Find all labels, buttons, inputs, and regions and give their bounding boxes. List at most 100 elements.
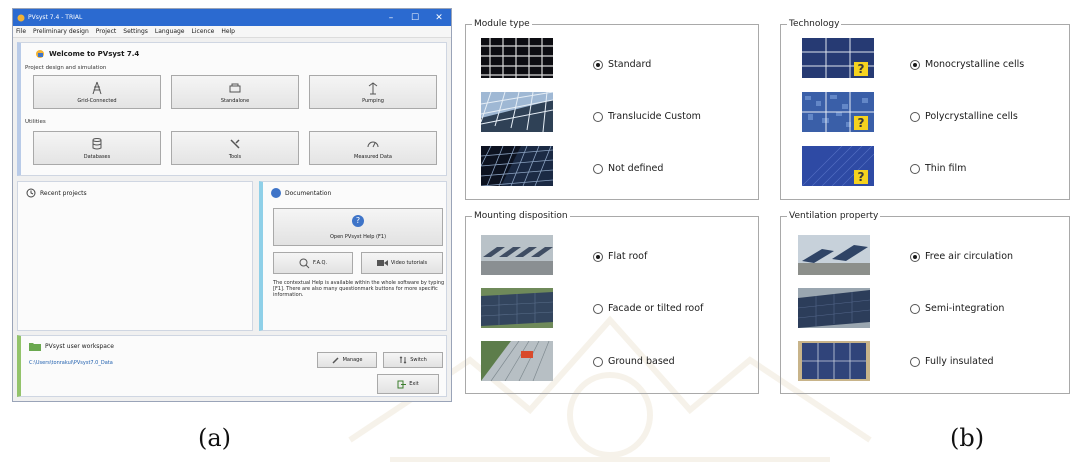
polycrystalline-image: ? <box>802 92 874 132</box>
mounting-title: Mounting disposition <box>472 211 570 221</box>
module-standard-option[interactable]: Standard <box>593 59 651 70</box>
mounting-ground-option[interactable]: Ground based <box>593 356 675 367</box>
radio-polycrystalline[interactable] <box>910 111 920 122</box>
faq-label: F.A.Q. <box>312 260 328 266</box>
sun-logo-icon <box>36 50 44 58</box>
tech-thin-film-label: Thin film <box>925 163 967 174</box>
radio-thin-film[interactable] <box>910 163 920 174</box>
facade-roof-image <box>481 288 553 328</box>
section-utilities-label: Utilities <box>25 119 46 125</box>
grid-connected-button[interactable]: Grid-Connected <box>33 75 161 109</box>
radio-free-air[interactable] <box>910 251 920 262</box>
standalone-label: Standalone <box>220 98 250 104</box>
workspace-title: PVsyst user workspace <box>45 343 114 350</box>
manage-label: Manage <box>342 357 363 363</box>
radio-ground[interactable] <box>593 356 603 367</box>
pumping-button[interactable]: Pumping <box>309 75 437 109</box>
recent-projects-heading: Recent projects <box>26 188 87 198</box>
ground-based-image <box>481 341 553 381</box>
open-help-button[interactable]: ? Open PVsyst Help (F1) <box>273 208 443 246</box>
maximize-button[interactable]: ☐ <box>403 13 427 23</box>
menu-bar: File Preliminary design Project Settings… <box>13 26 451 38</box>
tech-polycrystalline-option[interactable]: Polycrystalline cells <box>910 111 1018 122</box>
documentation-help-text: The contextual Help is available within … <box>273 280 445 298</box>
ventilation-title: Ventilation property <box>787 211 881 221</box>
mounting-ground-label: Ground based <box>608 356 675 367</box>
exit-door-icon <box>397 380 407 388</box>
tools-icon <box>230 139 240 149</box>
help-question-icon: ? <box>352 215 364 227</box>
tools-label: Tools <box>228 154 242 160</box>
window-title: PVsyst 7.4 - TRIAL <box>28 14 83 21</box>
thin-film-image: ? <box>802 146 874 186</box>
workspace-panel: PVsyst user workspace C:\Users\tonrakul\… <box>17 335 447 397</box>
radio-standard[interactable] <box>593 59 603 70</box>
module-type-group: Module type Standard Translucide Custom <box>465 19 759 200</box>
recent-projects-title: Recent projects <box>40 189 87 197</box>
standalone-button[interactable]: Standalone <box>171 75 299 109</box>
databases-button[interactable]: Databases <box>33 131 161 165</box>
video-tutorials-label: Video tutorials <box>390 260 428 266</box>
menu-licence[interactable]: Licence <box>192 28 215 35</box>
workspace-heading: PVsyst user workspace <box>29 342 114 351</box>
mounting-facade-option[interactable]: Facade or tilted roof <box>593 303 703 314</box>
databases-label: Databases <box>83 154 111 160</box>
mounting-disposition-group: Mounting disposition Flat roof Facade or… <box>465 211 759 394</box>
menu-help[interactable]: Help <box>221 28 235 35</box>
radio-monocrystalline[interactable] <box>910 59 920 70</box>
module-type-title: Module type <box>472 19 532 29</box>
module-translucide-label: Translucide Custom <box>608 111 701 122</box>
documentation-title: Documentation <box>285 189 332 197</box>
wrench-icon <box>332 357 339 364</box>
menu-preliminary-design[interactable]: Preliminary design <box>33 28 89 35</box>
radio-flat-roof[interactable] <box>593 251 603 262</box>
magnifier-icon <box>299 258 310 268</box>
standalone-battery-icon <box>229 83 241 93</box>
menu-file[interactable]: File <box>16 28 26 35</box>
module-not-defined-option[interactable]: Not defined <box>593 163 663 174</box>
welcome-panel: Welcome to PVsyst 7.4 Project design and… <box>17 42 447 176</box>
radio-not-defined[interactable] <box>593 163 603 174</box>
vent-fully-insulated-label: Fully insulated <box>925 356 994 367</box>
switch-button[interactable]: Switch <box>383 352 443 368</box>
menu-language[interactable]: Language <box>155 28 185 35</box>
video-tutorials-button[interactable]: Video tutorials <box>361 252 443 274</box>
menu-settings[interactable]: Settings <box>123 28 148 35</box>
caption-a: (a) <box>198 424 232 452</box>
module-not-defined-label: Not defined <box>608 163 664 174</box>
technology-title: Technology <box>787 19 842 29</box>
free-air-image <box>798 235 870 275</box>
vent-semi-integration-option[interactable]: Semi-integration <box>910 303 1004 314</box>
documentation-panel: Documentation ? Open PVsyst Help (F1) F.… <box>259 181 447 331</box>
module-standard-label: Standard <box>608 59 652 70</box>
pvsyst-logo-icon <box>17 14 25 21</box>
grid-tower-icon <box>92 81 102 95</box>
mounting-flat-roof-option[interactable]: Flat roof <box>593 251 647 262</box>
close-button[interactable]: ✕ <box>427 13 451 23</box>
switch-arrows-icon <box>399 356 407 364</box>
tools-button[interactable]: Tools <box>171 131 299 165</box>
workspace-path[interactable]: C:\Users\tonrakul\PVsyst7.0_Data <box>29 360 113 366</box>
menu-project[interactable]: Project <box>96 28 117 35</box>
minimize-button[interactable]: – <box>379 13 403 23</box>
tech-thin-film-option[interactable]: Thin film <box>910 163 966 174</box>
radio-fully-insulated[interactable] <box>910 356 920 367</box>
vent-free-air-option[interactable]: Free air circulation <box>910 251 1013 262</box>
radio-translucide[interactable] <box>593 111 603 122</box>
manage-button[interactable]: Manage <box>317 352 377 368</box>
grid-connected-label: Grid-Connected <box>77 98 117 104</box>
radio-facade[interactable] <box>593 303 603 314</box>
vent-fully-insulated-option[interactable]: Fully insulated <box>910 356 994 367</box>
tech-monocrystalline-option[interactable]: Monocrystalline cells <box>910 59 1024 70</box>
faq-button[interactable]: F.A.Q. <box>273 252 353 274</box>
module-translucide-option[interactable]: Translucide Custom <box>593 111 701 122</box>
mounting-facade-label: Facade or tilted roof <box>608 303 704 314</box>
open-help-label: Open PVsyst Help (F1) <box>329 234 387 240</box>
pumping-label: Pumping <box>362 98 384 104</box>
exit-button[interactable]: Exit <box>377 374 439 394</box>
radio-semi-integration[interactable] <box>910 303 920 314</box>
vent-free-air-label: Free air circulation <box>925 251 1014 262</box>
technology-group: Technology ? Monocrystalline cells ? Pol… <box>780 19 1070 200</box>
caption-b: (b) <box>950 424 985 452</box>
measured-data-button[interactable]: Measured Data <box>309 131 437 165</box>
